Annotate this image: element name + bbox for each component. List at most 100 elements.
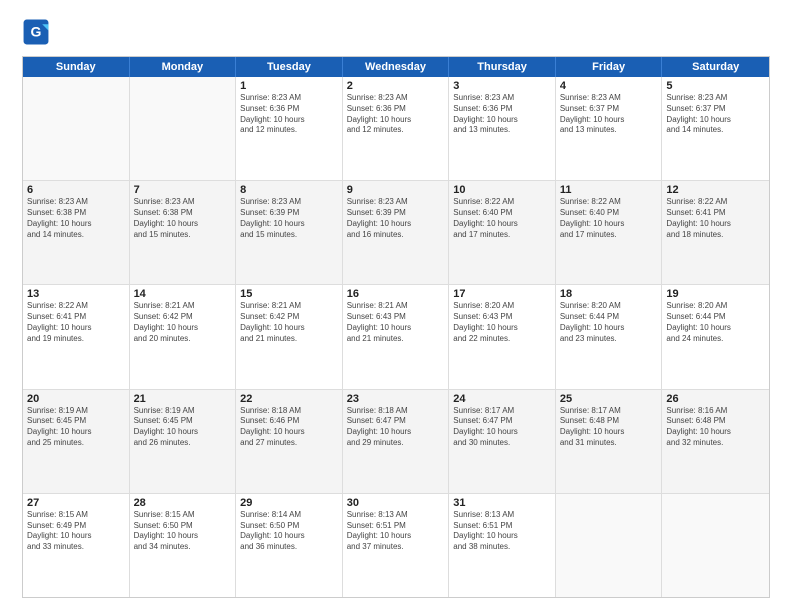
cell-line: Daylight: 10 hours — [666, 219, 765, 230]
day-cell-10: 10Sunrise: 8:22 AMSunset: 6:40 PMDayligh… — [449, 181, 556, 284]
cell-line: Daylight: 10 hours — [134, 219, 232, 230]
day-cell-5: 5Sunrise: 8:23 AMSunset: 6:37 PMDaylight… — [662, 77, 769, 180]
cell-line: and 16 minutes. — [347, 230, 445, 241]
day-cell-31: 31Sunrise: 8:13 AMSunset: 6:51 PMDayligh… — [449, 494, 556, 597]
cell-line: Sunset: 6:48 PM — [666, 416, 765, 427]
day-cell-1: 1Sunrise: 8:23 AMSunset: 6:36 PMDaylight… — [236, 77, 343, 180]
cell-line: Daylight: 10 hours — [347, 219, 445, 230]
cell-line: Sunset: 6:37 PM — [666, 104, 765, 115]
cell-line: Sunset: 6:43 PM — [347, 312, 445, 323]
day-cell-18: 18Sunrise: 8:20 AMSunset: 6:44 PMDayligh… — [556, 285, 663, 388]
day-cell-24: 24Sunrise: 8:17 AMSunset: 6:47 PMDayligh… — [449, 390, 556, 493]
cell-line: Sunset: 6:51 PM — [453, 521, 551, 532]
day-header-saturday: Saturday — [662, 57, 769, 77]
cell-line: Daylight: 10 hours — [666, 323, 765, 334]
day-cell-20: 20Sunrise: 8:19 AMSunset: 6:45 PMDayligh… — [23, 390, 130, 493]
day-header-wednesday: Wednesday — [343, 57, 450, 77]
cell-line: Sunrise: 8:21 AM — [347, 301, 445, 312]
day-number: 5 — [666, 80, 765, 92]
cell-line: Sunset: 6:47 PM — [347, 416, 445, 427]
day-number: 18 — [560, 288, 658, 300]
cell-line: Daylight: 10 hours — [27, 219, 125, 230]
cell-line: Daylight: 10 hours — [134, 323, 232, 334]
cell-line: Sunrise: 8:23 AM — [453, 93, 551, 104]
cell-line: and 32 minutes. — [666, 438, 765, 449]
day-header-monday: Monday — [130, 57, 237, 77]
cell-line: and 15 minutes. — [240, 230, 338, 241]
day-cell-28: 28Sunrise: 8:15 AMSunset: 6:50 PMDayligh… — [130, 494, 237, 597]
cell-line: Daylight: 10 hours — [560, 115, 658, 126]
empty-cell — [662, 494, 769, 597]
cell-line: and 17 minutes. — [453, 230, 551, 241]
cell-line: and 34 minutes. — [134, 542, 232, 553]
cell-line: Sunset: 6:47 PM — [453, 416, 551, 427]
cell-line: Daylight: 10 hours — [27, 427, 125, 438]
day-cell-27: 27Sunrise: 8:15 AMSunset: 6:49 PMDayligh… — [23, 494, 130, 597]
day-number: 25 — [560, 393, 658, 405]
cell-line: and 23 minutes. — [560, 334, 658, 345]
cell-line: Sunset: 6:38 PM — [134, 208, 232, 219]
cell-line: Sunset: 6:50 PM — [240, 521, 338, 532]
cell-line: Daylight: 10 hours — [453, 531, 551, 542]
cell-line: Sunset: 6:38 PM — [27, 208, 125, 219]
cell-line: and 25 minutes. — [27, 438, 125, 449]
day-cell-22: 22Sunrise: 8:18 AMSunset: 6:46 PMDayligh… — [236, 390, 343, 493]
day-cell-4: 4Sunrise: 8:23 AMSunset: 6:37 PMDaylight… — [556, 77, 663, 180]
cell-line: Daylight: 10 hours — [347, 427, 445, 438]
day-cell-11: 11Sunrise: 8:22 AMSunset: 6:40 PMDayligh… — [556, 181, 663, 284]
cell-line: Sunset: 6:37 PM — [560, 104, 658, 115]
day-number: 19 — [666, 288, 765, 300]
calendar-header: SundayMondayTuesdayWednesdayThursdayFrid… — [23, 57, 769, 77]
cell-line: Sunset: 6:48 PM — [560, 416, 658, 427]
day-number: 21 — [134, 393, 232, 405]
cell-line: Sunset: 6:50 PM — [134, 521, 232, 532]
cell-line: Sunset: 6:45 PM — [27, 416, 125, 427]
cell-line: Sunset: 6:36 PM — [453, 104, 551, 115]
empty-cell — [130, 77, 237, 180]
day-number: 14 — [134, 288, 232, 300]
logo: G — [22, 18, 54, 46]
calendar-row-2: 13Sunrise: 8:22 AMSunset: 6:41 PMDayligh… — [23, 285, 769, 389]
cell-line: Sunrise: 8:23 AM — [666, 93, 765, 104]
day-cell-26: 26Sunrise: 8:16 AMSunset: 6:48 PMDayligh… — [662, 390, 769, 493]
cell-line: and 21 minutes. — [347, 334, 445, 345]
cell-line: and 26 minutes. — [134, 438, 232, 449]
day-cell-14: 14Sunrise: 8:21 AMSunset: 6:42 PMDayligh… — [130, 285, 237, 388]
day-number: 4 — [560, 80, 658, 92]
cell-line: Sunrise: 8:23 AM — [27, 197, 125, 208]
cell-line: and 24 minutes. — [666, 334, 765, 345]
day-cell-13: 13Sunrise: 8:22 AMSunset: 6:41 PMDayligh… — [23, 285, 130, 388]
cell-line: Daylight: 10 hours — [240, 219, 338, 230]
calendar-row-4: 27Sunrise: 8:15 AMSunset: 6:49 PMDayligh… — [23, 494, 769, 597]
cell-line: and 12 minutes. — [347, 125, 445, 136]
cell-line: Daylight: 10 hours — [560, 323, 658, 334]
day-number: 27 — [27, 497, 125, 509]
calendar-row-1: 6Sunrise: 8:23 AMSunset: 6:38 PMDaylight… — [23, 181, 769, 285]
cell-line: Sunrise: 8:14 AM — [240, 510, 338, 521]
cell-line: Sunrise: 8:20 AM — [560, 301, 658, 312]
cell-line: Daylight: 10 hours — [666, 115, 765, 126]
cell-line: Sunrise: 8:16 AM — [666, 406, 765, 417]
cell-line: Daylight: 10 hours — [240, 427, 338, 438]
cell-line: Sunrise: 8:15 AM — [134, 510, 232, 521]
cell-line: Daylight: 10 hours — [560, 427, 658, 438]
cell-line: Sunset: 6:41 PM — [666, 208, 765, 219]
day-cell-16: 16Sunrise: 8:21 AMSunset: 6:43 PMDayligh… — [343, 285, 450, 388]
cell-line: Sunset: 6:42 PM — [134, 312, 232, 323]
day-number: 1 — [240, 80, 338, 92]
cell-line: and 13 minutes. — [453, 125, 551, 136]
cell-line: Sunrise: 8:22 AM — [453, 197, 551, 208]
day-number: 11 — [560, 184, 658, 196]
day-cell-25: 25Sunrise: 8:17 AMSunset: 6:48 PMDayligh… — [556, 390, 663, 493]
cell-line: Sunrise: 8:13 AM — [453, 510, 551, 521]
cell-line: Sunset: 6:45 PM — [134, 416, 232, 427]
cell-line: Daylight: 10 hours — [453, 323, 551, 334]
day-number: 12 — [666, 184, 765, 196]
day-cell-15: 15Sunrise: 8:21 AMSunset: 6:42 PMDayligh… — [236, 285, 343, 388]
day-number: 13 — [27, 288, 125, 300]
cell-line: Sunset: 6:44 PM — [560, 312, 658, 323]
cell-line: Sunset: 6:40 PM — [453, 208, 551, 219]
cell-line: and 36 minutes. — [240, 542, 338, 553]
day-header-sunday: Sunday — [23, 57, 130, 77]
day-number: 16 — [347, 288, 445, 300]
